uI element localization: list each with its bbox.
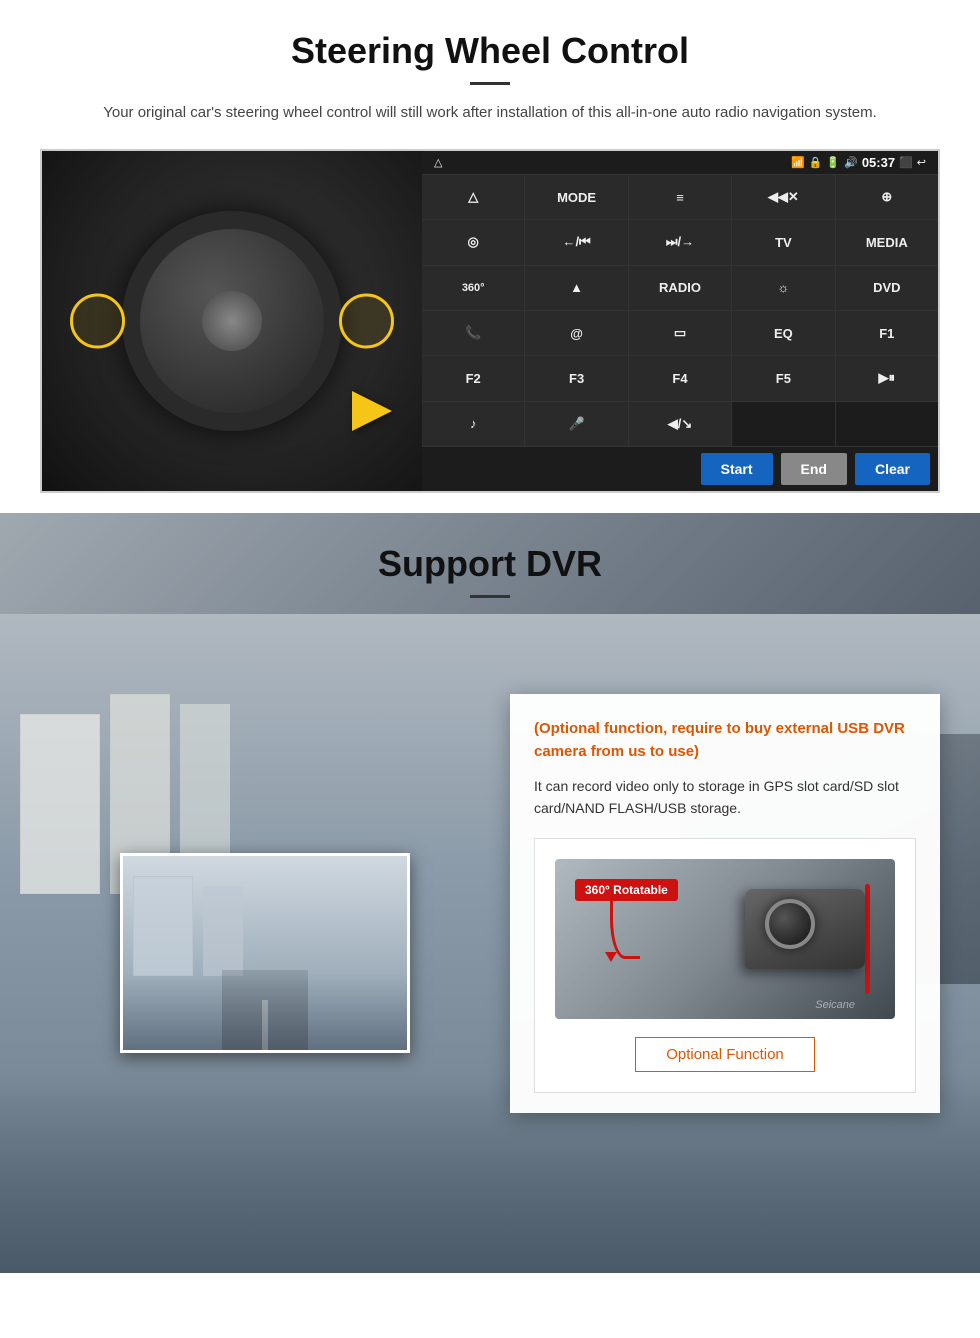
btn-call[interactable]: 📞 <box>422 311 524 355</box>
wheel-outer-ring <box>122 211 342 431</box>
dvr-camera-box: 360° Rotatable Seicane Optional Function <box>534 838 916 1093</box>
dvr-divider <box>470 595 510 598</box>
dvr-thumbnail <box>120 853 410 1053</box>
btn-prev[interactable]: ←/⏮ <box>525 220 627 264</box>
btn-f1[interactable]: F1 <box>836 311 938 355</box>
btn-mode[interactable]: MODE <box>525 175 627 219</box>
btn-360[interactable]: 360° <box>422 266 524 310</box>
btn-mirror[interactable]: ▭ <box>629 311 731 355</box>
steering-content-area: △ 📶 🔒 🔋 🔊 05:37 ⬛ ↩ △ MODE ≡ ◀◀✕ <box>40 149 940 493</box>
btn-f3[interactable]: F3 <box>525 356 627 400</box>
dvr-optional-text: (Optional function, require to buy exter… <box>534 718 916 763</box>
btn-settings[interactable]: ◎ <box>422 220 524 264</box>
back-icon: ↩ <box>917 156 926 169</box>
status-icons-left: △ <box>434 156 442 169</box>
btn-next[interactable]: ⏭/→ <box>629 220 731 264</box>
btn-f4[interactable]: F4 <box>629 356 731 400</box>
camera-red-stripe <box>865 884 870 994</box>
dvr-background: Support DVR <box>0 513 980 1273</box>
wifi-icon: 📶 <box>791 156 805 169</box>
empty-cell-1 <box>732 402 834 446</box>
btn-playpause[interactable]: ▶⏸ <box>836 356 938 400</box>
watermark-label: Seicane <box>815 999 855 1011</box>
btn-brightness[interactable]: ☼ <box>732 266 834 310</box>
camera-lens <box>765 899 815 949</box>
empty-cell-2 <box>836 402 938 446</box>
btn-browser[interactable]: @ <box>525 311 627 355</box>
steering-section: Steering Wheel Control Your original car… <box>0 0 980 513</box>
camera-body <box>745 889 865 969</box>
btn-media[interactable]: MEDIA <box>836 220 938 264</box>
lock-icon: 🔒 <box>809 156 823 169</box>
highlight-circle-right <box>339 294 394 349</box>
btn-apps[interactable]: ⊕ <box>836 175 938 219</box>
arrow-pointer <box>352 391 392 431</box>
btn-tv[interactable]: TV <box>732 220 834 264</box>
window-icon: ⬛ <box>899 156 913 169</box>
optional-function-button[interactable]: Optional Function <box>635 1037 815 1072</box>
dvr-camera-visual: 360° Rotatable Seicane <box>555 859 895 1019</box>
wheel-center <box>202 291 262 351</box>
bluetooth-icon: 🔊 <box>844 156 858 169</box>
btn-f5[interactable]: F5 <box>732 356 834 400</box>
dvr-title: Support DVR <box>0 543 980 585</box>
panel-bottom-row: Start End Clear <box>422 446 938 491</box>
btn-menu[interactable]: ≡ <box>629 175 731 219</box>
btn-eq[interactable]: EQ <box>732 311 834 355</box>
start-button[interactable]: Start <box>701 453 773 485</box>
dvr-thumbnail-road <box>123 856 407 1050</box>
control-panel: △ 📶 🔒 🔋 🔊 05:37 ⬛ ↩ △ MODE ≡ ◀◀✕ <box>422 151 938 491</box>
wheel-background <box>42 151 422 491</box>
highlight-circle-left <box>70 294 125 349</box>
btn-dvd[interactable]: DVD <box>836 266 938 310</box>
steering-title: Steering Wheel Control <box>40 30 940 72</box>
dvr-section: Support DVR <box>0 513 980 1273</box>
steering-divider <box>470 82 510 85</box>
panel-button-grid: △ MODE ≡ ◀◀✕ ⊕ ◎ ←/⏮ ⏭/→ TV MEDIA 360° ▲… <box>422 175 938 446</box>
btn-vol[interactable]: ◀/↘ <box>629 402 731 446</box>
steering-description: Your original car's steering wheel contr… <box>80 101 900 125</box>
status-icons-right: 📶 🔒 🔋 🔊 05:37 ⬛ ↩ <box>791 155 926 170</box>
status-time: 05:37 <box>862 155 895 170</box>
dvr-description: It can record video only to storage in G… <box>534 775 916 820</box>
btn-eject[interactable]: ▲ <box>525 266 627 310</box>
btn-music[interactable]: ♪ <box>422 402 524 446</box>
home-icon: △ <box>434 156 442 169</box>
end-button[interactable]: End <box>781 453 847 485</box>
btn-f2[interactable]: F2 <box>422 356 524 400</box>
rotation-arrow-icon <box>610 879 640 959</box>
clear-button[interactable]: Clear <box>855 453 930 485</box>
steering-wheel-image <box>42 151 422 491</box>
btn-radio[interactable]: RADIO <box>629 266 731 310</box>
dvr-images-area: (Optional function, require to buy exter… <box>0 614 980 1273</box>
dvr-info-box: (Optional function, require to buy exter… <box>510 694 940 1113</box>
battery-icon: 🔋 <box>826 156 840 169</box>
status-bar: △ 📶 🔒 🔋 🔊 05:37 ⬛ ↩ <box>422 151 938 175</box>
btn-mic[interactable]: 🎤 <box>525 402 627 446</box>
btn-mute[interactable]: ◀◀✕ <box>732 175 834 219</box>
dvr-header: Support DVR <box>0 513 980 614</box>
btn-home[interactable]: △ <box>422 175 524 219</box>
